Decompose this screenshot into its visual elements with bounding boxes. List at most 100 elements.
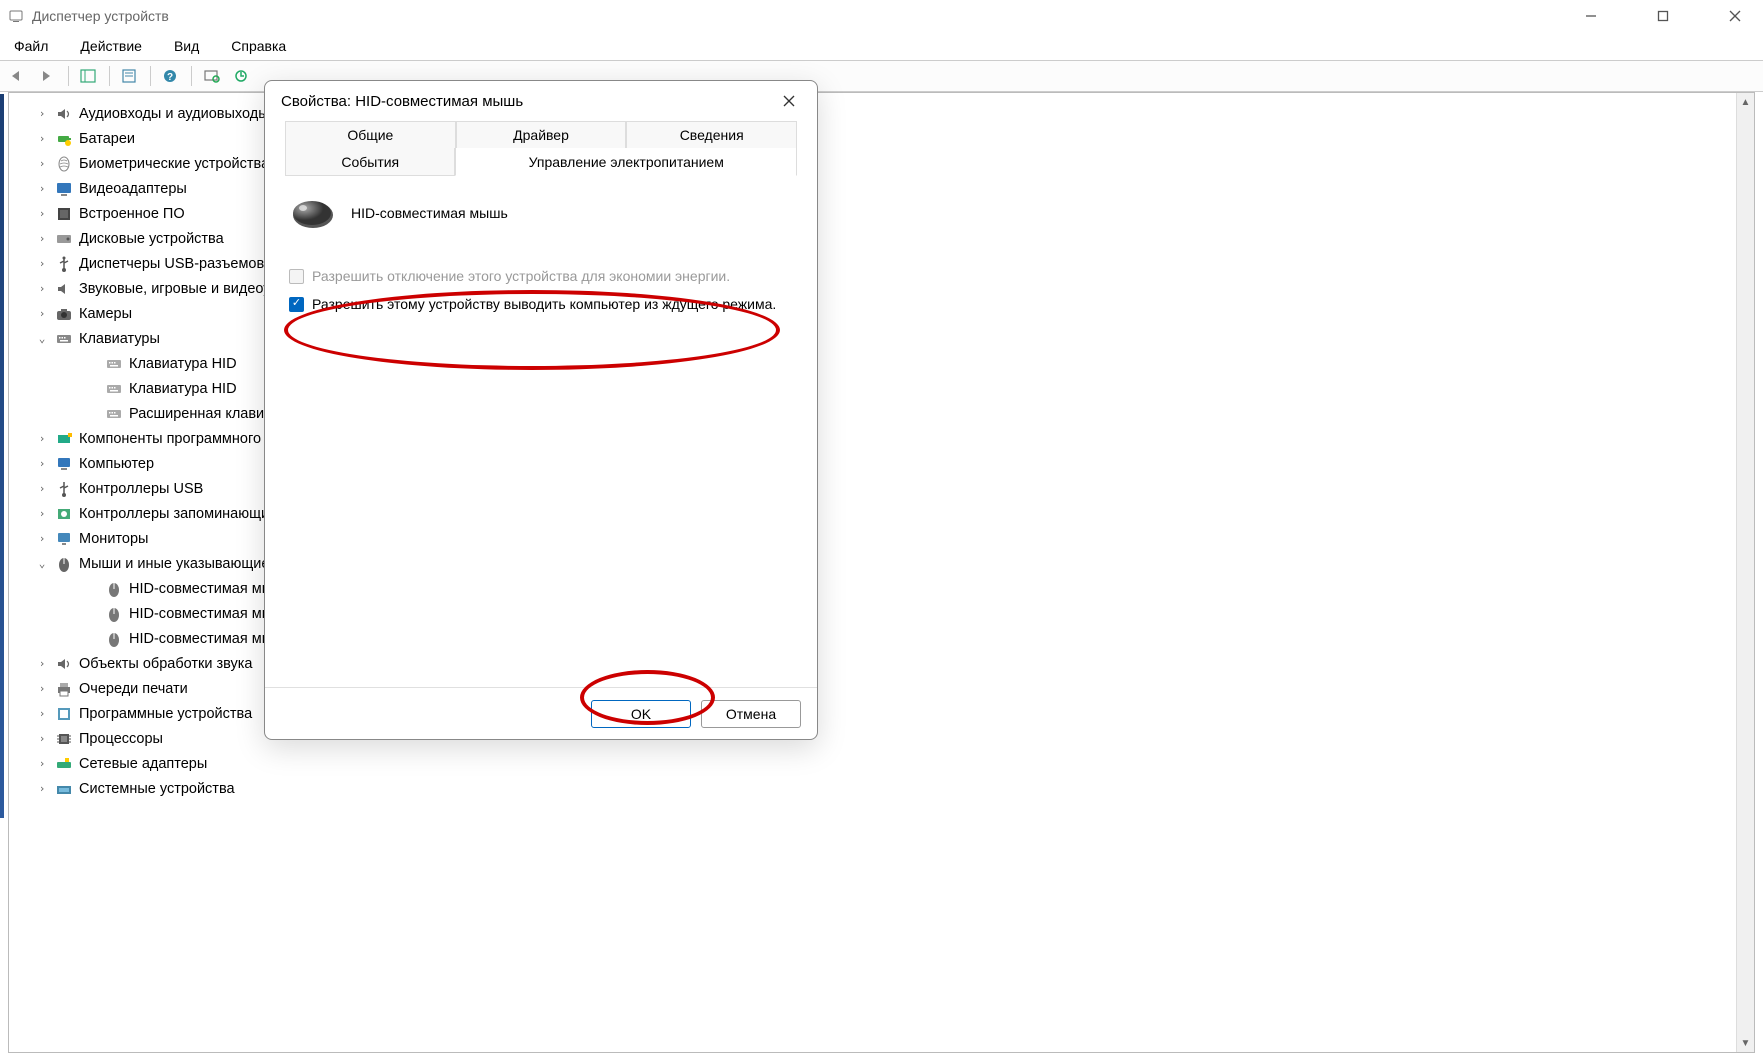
back-button[interactable] <box>4 63 32 89</box>
expander-icon[interactable]: › <box>35 107 49 121</box>
kbd-dev-icon <box>105 355 123 373</box>
tree-node-label: Батареи <box>79 131 135 147</box>
firmware-icon <box>55 205 73 223</box>
tab-general[interactable]: Общие <box>285 121 456 149</box>
vertical-scrollbar[interactable]: ▲ ▼ <box>1736 93 1754 1052</box>
expander-icon[interactable]: › <box>35 457 49 471</box>
menu-view[interactable]: Вид <box>168 34 205 58</box>
expander-icon[interactable]: › <box>35 732 49 746</box>
expander-icon[interactable]: › <box>35 282 49 296</box>
expander-icon[interactable]: ⌄ <box>35 332 49 346</box>
forward-button[interactable] <box>34 63 62 89</box>
tree-node[interactable]: › Сетевые адаптеры <box>11 751 1734 776</box>
tree-node-label: Мониторы <box>79 531 148 547</box>
tab-power-management[interactable]: Управление электропитанием <box>455 148 797 176</box>
menu-help[interactable]: Справка <box>225 34 292 58</box>
maximize-button[interactable] <box>1643 2 1683 30</box>
svg-text:?: ? <box>167 72 173 83</box>
camera-icon <box>55 305 73 323</box>
menu-bar: Файл Действие Вид Справка <box>0 32 1763 60</box>
mouse-icon <box>55 555 73 573</box>
expander-icon[interactable]: › <box>35 132 49 146</box>
tab-details[interactable]: Сведения <box>626 121 797 149</box>
mouse-icon <box>289 195 337 231</box>
title-bar: Диспетчер устройств <box>0 0 1763 32</box>
checkbox-allow-wake[interactable]: ✓ <box>289 297 304 312</box>
tree-node-label: Биометрические устройства <box>79 156 269 172</box>
tree-node-label: Компьютер <box>79 456 154 472</box>
component-icon <box>55 430 73 448</box>
left-edge-artifact <box>0 94 4 818</box>
expander-icon[interactable]: ⌄ <box>35 557 49 571</box>
expander-icon[interactable]: › <box>35 682 49 696</box>
expander-icon[interactable]: › <box>35 782 49 796</box>
tab-strip: Общие Драйвер Сведения События Управлени… <box>265 121 817 175</box>
cpu-icon <box>55 730 73 748</box>
checkbox-row-allow-wake[interactable]: ✓ Разрешить этому устройству выводить ко… <box>289 295 793 315</box>
sound-icon <box>55 280 73 298</box>
display-icon <box>55 180 73 198</box>
expander-icon[interactable]: › <box>35 232 49 246</box>
help-button[interactable]: ? <box>157 63 185 89</box>
tree-node-label: Процессоры <box>79 731 163 747</box>
expander-icon[interactable]: › <box>35 507 49 521</box>
tree-node-label: Системные устройства <box>79 781 235 797</box>
expander-icon[interactable]: › <box>35 257 49 271</box>
system-icon <box>55 780 73 798</box>
tab-content: HID-совместимая мышь Разрешить отключени… <box>265 175 817 687</box>
app-icon <box>8 8 24 24</box>
expander-icon[interactable]: › <box>35 307 49 321</box>
tree-node-label: Сетевые адаптеры <box>79 756 207 772</box>
show-hide-tree-button[interactable] <box>75 63 103 89</box>
usb-icon <box>55 255 73 273</box>
mouse-dev-icon <box>105 630 123 648</box>
expander-icon[interactable]: › <box>35 707 49 721</box>
dialog-close-button[interactable] <box>777 89 801 113</box>
dialog-title: Свойства: HID-совместимая мышь <box>281 93 777 110</box>
tree-node-label: Видеоадаптеры <box>79 181 187 197</box>
ok-button[interactable]: OK <box>591 700 691 728</box>
storage-icon <box>55 505 73 523</box>
menu-action[interactable]: Действие <box>74 34 148 58</box>
disk-icon <box>55 230 73 248</box>
scan-hardware-button[interactable] <box>198 63 226 89</box>
menu-file[interactable]: Файл <box>8 34 54 58</box>
expander-icon[interactable]: › <box>35 757 49 771</box>
tree-node-label: Клавиатура HID <box>129 356 237 372</box>
tree-node-label: Клавиатура HID <box>129 381 237 397</box>
tree-node-label: Программные устройства <box>79 706 252 722</box>
tab-driver[interactable]: Драйвер <box>456 121 627 149</box>
scroll-down-arrow[interactable]: ▼ <box>1737 1034 1754 1052</box>
checkbox-allow-power-off-label: Разрешить отключение этого устройства дл… <box>312 267 730 287</box>
device-name-label: HID-совместимая мышь <box>351 205 508 221</box>
update-driver-button[interactable] <box>228 63 256 89</box>
tree-node-label: Клавиатуры <box>79 331 160 347</box>
usb-ctrl-icon <box>55 480 73 498</box>
battery-icon <box>55 130 73 148</box>
checkbox-row-allow-power-off: Разрешить отключение этого устройства дл… <box>289 267 793 287</box>
expander-icon[interactable]: › <box>35 657 49 671</box>
expander-icon[interactable]: › <box>35 482 49 496</box>
monitor-icon <box>55 530 73 548</box>
expander-icon[interactable]: › <box>35 157 49 171</box>
audio-icon <box>55 655 73 673</box>
expander-icon[interactable]: › <box>35 432 49 446</box>
scroll-up-arrow[interactable]: ▲ <box>1737 93 1754 111</box>
biometric-icon <box>55 155 73 173</box>
expander-icon[interactable]: › <box>35 207 49 221</box>
expander-icon[interactable]: › <box>35 182 49 196</box>
dialog-title-bar: Свойства: HID-совместимая мышь <box>265 81 817 121</box>
kbd-dev-icon <box>105 405 123 423</box>
tab-events[interactable]: События <box>285 148 455 176</box>
cancel-button[interactable]: Отмена <box>701 700 801 728</box>
tree-node-label: Объекты обработки звука <box>79 656 253 672</box>
checkbox-allow-wake-label: Разрешить этому устройству выводить комп… <box>312 295 776 315</box>
window-title: Диспетчер устройств <box>32 8 1571 24</box>
mouse-dev-icon <box>105 580 123 598</box>
tree-node[interactable]: › Системные устройства <box>11 776 1734 801</box>
minimize-button[interactable] <box>1571 2 1611 30</box>
expander-icon[interactable]: › <box>35 532 49 546</box>
close-button[interactable] <box>1715 2 1755 30</box>
tree-node-label: Диспетчеры USB-разъемов <box>79 256 264 272</box>
properties-button[interactable] <box>116 63 144 89</box>
